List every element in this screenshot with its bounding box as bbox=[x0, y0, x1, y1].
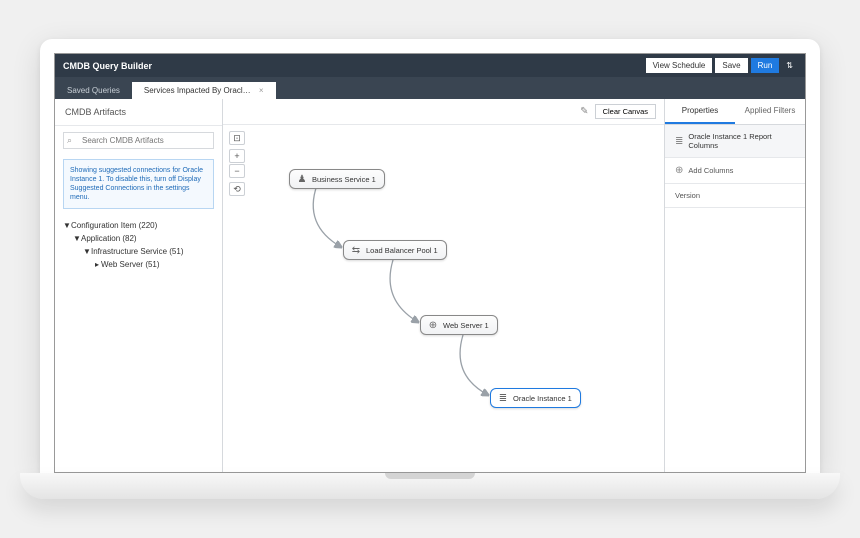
zoom-controls: ⊡ + − ⟲ bbox=[229, 131, 245, 196]
tree-item-ci[interactable]: ▼Configuration Item (220) bbox=[61, 219, 216, 232]
database-icon: ≣ bbox=[675, 136, 683, 147]
tree-item-infra[interactable]: ▼Infrastructure Service (51) bbox=[61, 245, 216, 258]
add-columns-button[interactable]: ⊕ Add Columns bbox=[665, 158, 805, 184]
title-actions: View Schedule Save Run ⇅ bbox=[646, 58, 797, 73]
laptop-base bbox=[20, 473, 840, 499]
run-button[interactable]: Run bbox=[751, 58, 780, 73]
node-oracle-instance[interactable]: ≣ Oracle Instance 1 bbox=[490, 388, 581, 408]
app-title: CMDB Query Builder bbox=[63, 61, 152, 71]
right-panel: Properties Applied Filters ≣ Oracle Inst… bbox=[665, 99, 805, 472]
node-web-server[interactable]: ⊕ Web Server 1 bbox=[420, 315, 498, 335]
zoom-out-button[interactable]: − bbox=[229, 164, 245, 178]
tree-item-webserver[interactable]: ▸Web Server (51) bbox=[61, 258, 216, 271]
search-input[interactable] bbox=[63, 132, 214, 149]
tab-saved-queries[interactable]: Saved Queries bbox=[55, 82, 132, 99]
tab-properties[interactable]: Properties bbox=[665, 99, 735, 124]
close-icon[interactable]: × bbox=[259, 86, 264, 95]
tab-bar: Saved Queries Services Impacted By Oracl… bbox=[55, 77, 805, 99]
search-container: ⌕ bbox=[63, 132, 214, 149]
tree-item-application[interactable]: ▼Application (82) bbox=[61, 232, 216, 245]
right-panel-tabs: Properties Applied Filters bbox=[665, 99, 805, 125]
search-icon: ⌕ bbox=[67, 135, 72, 146]
node-load-balancer[interactable]: ⇆ Load Balancer Pool 1 bbox=[343, 240, 447, 260]
eraser-icon[interactable]: ✎ bbox=[580, 106, 588, 117]
canvas[interactable]: ⊡ + − ⟲ ♟ Business bbox=[223, 125, 664, 472]
clear-canvas-button[interactable]: Clear Canvas bbox=[595, 104, 656, 119]
artifact-tree: ▼Configuration Item (220) ▼Application (… bbox=[55, 213, 222, 277]
database-icon: ≣ bbox=[497, 392, 509, 404]
zoom-in-button[interactable]: + bbox=[229, 149, 245, 163]
tab-applied-filters[interactable]: Applied Filters bbox=[735, 99, 805, 124]
info-message: Showing suggested connections for Oracle… bbox=[63, 159, 214, 209]
canvas-toolbar: ✎ Clear Canvas bbox=[223, 99, 664, 125]
web-server-icon: ⊕ bbox=[427, 319, 439, 331]
add-icon: ⊕ bbox=[675, 165, 683, 176]
sidebar-title: CMDB Artifacts bbox=[55, 99, 222, 126]
node-business-service[interactable]: ♟ Business Service 1 bbox=[289, 169, 385, 189]
save-button[interactable]: Save bbox=[715, 58, 747, 73]
canvas-area: ✎ Clear Canvas ⊡ + − ⟲ bbox=[223, 99, 665, 472]
load-balancer-icon: ⇆ bbox=[350, 244, 362, 256]
business-service-icon: ♟ bbox=[296, 173, 308, 185]
sidebar: CMDB Artifacts ⌕ Showing suggested conne… bbox=[55, 99, 223, 472]
version-row[interactable]: Version bbox=[665, 184, 805, 208]
fit-icon[interactable]: ⊡ bbox=[229, 131, 245, 145]
view-schedule-button[interactable]: View Schedule bbox=[646, 58, 713, 73]
properties-header: ≣ Oracle Instance 1 Report Columns bbox=[665, 125, 805, 158]
settings-icon[interactable]: ⇅ bbox=[782, 58, 797, 73]
tab-active-label: Services Impacted By Oracl… bbox=[144, 86, 251, 95]
tab-active-query[interactable]: Services Impacted By Oracl… × bbox=[132, 82, 276, 99]
titlebar: CMDB Query Builder View Schedule Save Ru… bbox=[55, 54, 805, 77]
pan-icon[interactable]: ⟲ bbox=[229, 182, 245, 196]
